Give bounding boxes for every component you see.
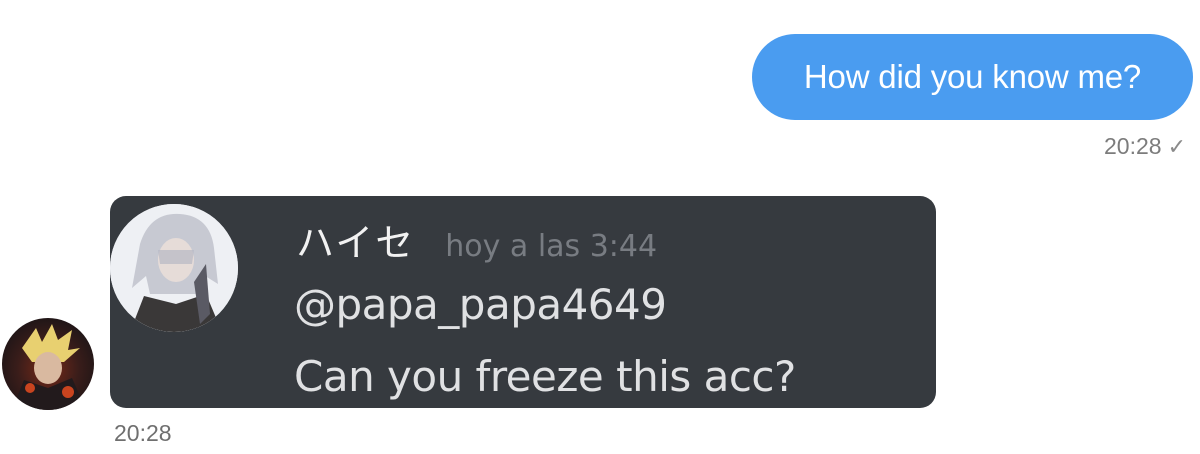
quoted-author-name: ハイセ (296, 221, 416, 265)
chat-thread: How did you know me? 20:28 ✓ ハイセ hoy a l… (0, 0, 1200, 454)
outgoing-message-time: 20:28 (1104, 133, 1162, 159)
outgoing-message-text: How did you know me? (803, 58, 1142, 95)
quoted-timestamp: hoy a las 3:44 (445, 229, 658, 264)
quoted-message-line: Can you freeze this acc? (294, 352, 796, 401)
user-avatar-image (2, 318, 94, 410)
sender-avatar[interactable] (2, 318, 94, 410)
anime-avatar-image (110, 204, 238, 332)
quoted-message-line: @papa_papa4649 (294, 280, 667, 329)
quoted-message-header: ハイセ hoy a las 3:44 (296, 212, 657, 267)
quoted-user-avatar (110, 204, 238, 332)
incoming-message-time: 20:28 (114, 420, 172, 446)
outgoing-message-meta: 20:28 ✓ (1104, 133, 1186, 160)
outgoing-message-bubble[interactable]: How did you know me? (752, 34, 1193, 120)
check-icon: ✓ (1167, 133, 1186, 159)
